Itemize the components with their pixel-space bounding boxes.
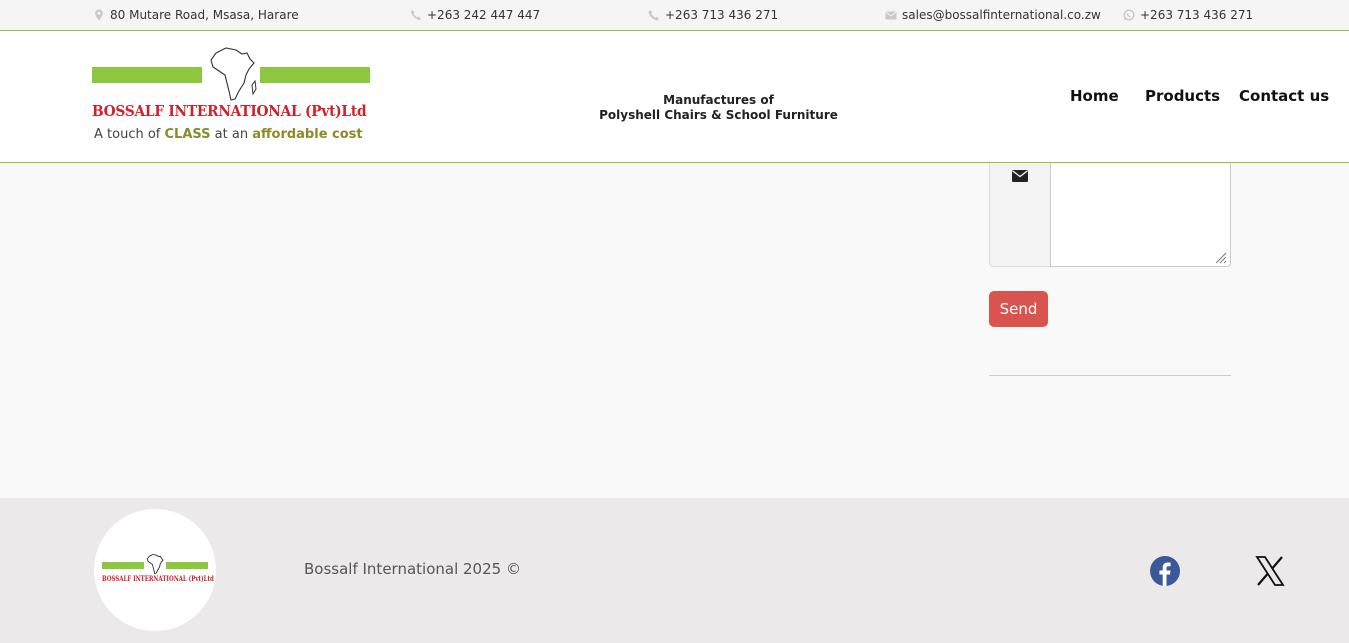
envelope-icon xyxy=(1012,170,1028,182)
africa-map-icon xyxy=(210,47,257,101)
envelope-icon xyxy=(885,9,897,21)
nav-contact-us[interactable]: Contact us xyxy=(1239,87,1329,105)
slogan-part-1: A touch of xyxy=(94,127,165,142)
site-logo[interactable]: BOSSALF INTERNATIONAL (Pvt)Ltd A touch o… xyxy=(92,45,372,145)
whatsapp-item[interactable]: +263 713 436 271 xyxy=(1123,8,1253,22)
resize-grip-icon[interactable] xyxy=(1214,251,1227,264)
slogan-class: CLASS xyxy=(164,127,211,142)
nav-home[interactable]: Home xyxy=(1070,87,1119,105)
top-contact-bar: 80 Mutare Road, Msasa, Harare +263 242 4… xyxy=(0,0,1349,31)
mobile-item[interactable]: +263 713 436 271 xyxy=(648,8,778,22)
message-field-addon xyxy=(989,163,1051,267)
site-header: BOSSALF INTERNATIONAL (Pvt)Ltd A touch o… xyxy=(0,31,1349,163)
phone-icon xyxy=(410,9,422,21)
slogan-part-2: at an xyxy=(210,127,253,142)
logo-slogan: A touch of CLASS at an affordable cost xyxy=(94,127,363,142)
message-textarea[interactable] xyxy=(1050,163,1231,267)
copyright-text: Bossalf International 2025 © xyxy=(304,560,521,578)
footer-logo-bar-right xyxy=(166,562,208,569)
form-divider xyxy=(989,375,1231,376)
logo-green-bar-left xyxy=(92,67,202,83)
mobile-phone-icon xyxy=(648,9,660,21)
footer-logo[interactable]: BOSSALF INTERNATIONAL (Pvt)Ltd xyxy=(94,509,216,631)
address-text: 80 Mutare Road, Msasa, Harare xyxy=(110,8,299,22)
facebook-icon[interactable] xyxy=(1150,556,1180,586)
map-marker-icon xyxy=(93,9,105,21)
send-button[interactable]: Send xyxy=(989,291,1048,327)
email-item[interactable]: sales@bossalfinternational.co.zw xyxy=(885,8,1101,22)
footer-logo-bar-left xyxy=(102,562,144,569)
mobile-text[interactable]: +263 713 436 271 xyxy=(665,8,778,22)
footer-logo-name: BOSSALF INTERNATIONAL (Pvt)Ltd xyxy=(102,574,214,583)
address-item: 80 Mutare Road, Msasa, Harare xyxy=(93,8,299,22)
header-tagline: Manufactures of Polyshell Chairs & Schoo… xyxy=(560,93,877,123)
africa-map-icon xyxy=(146,553,164,575)
site-footer: BOSSALF INTERNATIONAL (Pvt)Ltd Bossalf I… xyxy=(0,498,1349,643)
slogan-affordable: affordable cost xyxy=(252,127,363,142)
email-text[interactable]: sales@bossalfinternational.co.zw xyxy=(902,8,1101,22)
nav-products[interactable]: Products xyxy=(1145,87,1220,105)
x-twitter-icon[interactable] xyxy=(1255,556,1285,586)
phone-item[interactable]: +263 242 447 447 xyxy=(410,8,540,22)
phone-text[interactable]: +263 242 447 447 xyxy=(427,8,540,22)
whatsapp-text[interactable]: +263 713 436 271 xyxy=(1140,8,1253,22)
logo-green-bar-right xyxy=(260,67,370,83)
tagline-line-1: Manufactures of xyxy=(663,93,774,107)
logo-company-name: BOSSALF INTERNATIONAL (Pvt)Ltd xyxy=(92,102,367,120)
whatsapp-icon xyxy=(1123,9,1135,21)
tagline-line-2: Polyshell Chairs & School Furniture xyxy=(599,108,838,122)
